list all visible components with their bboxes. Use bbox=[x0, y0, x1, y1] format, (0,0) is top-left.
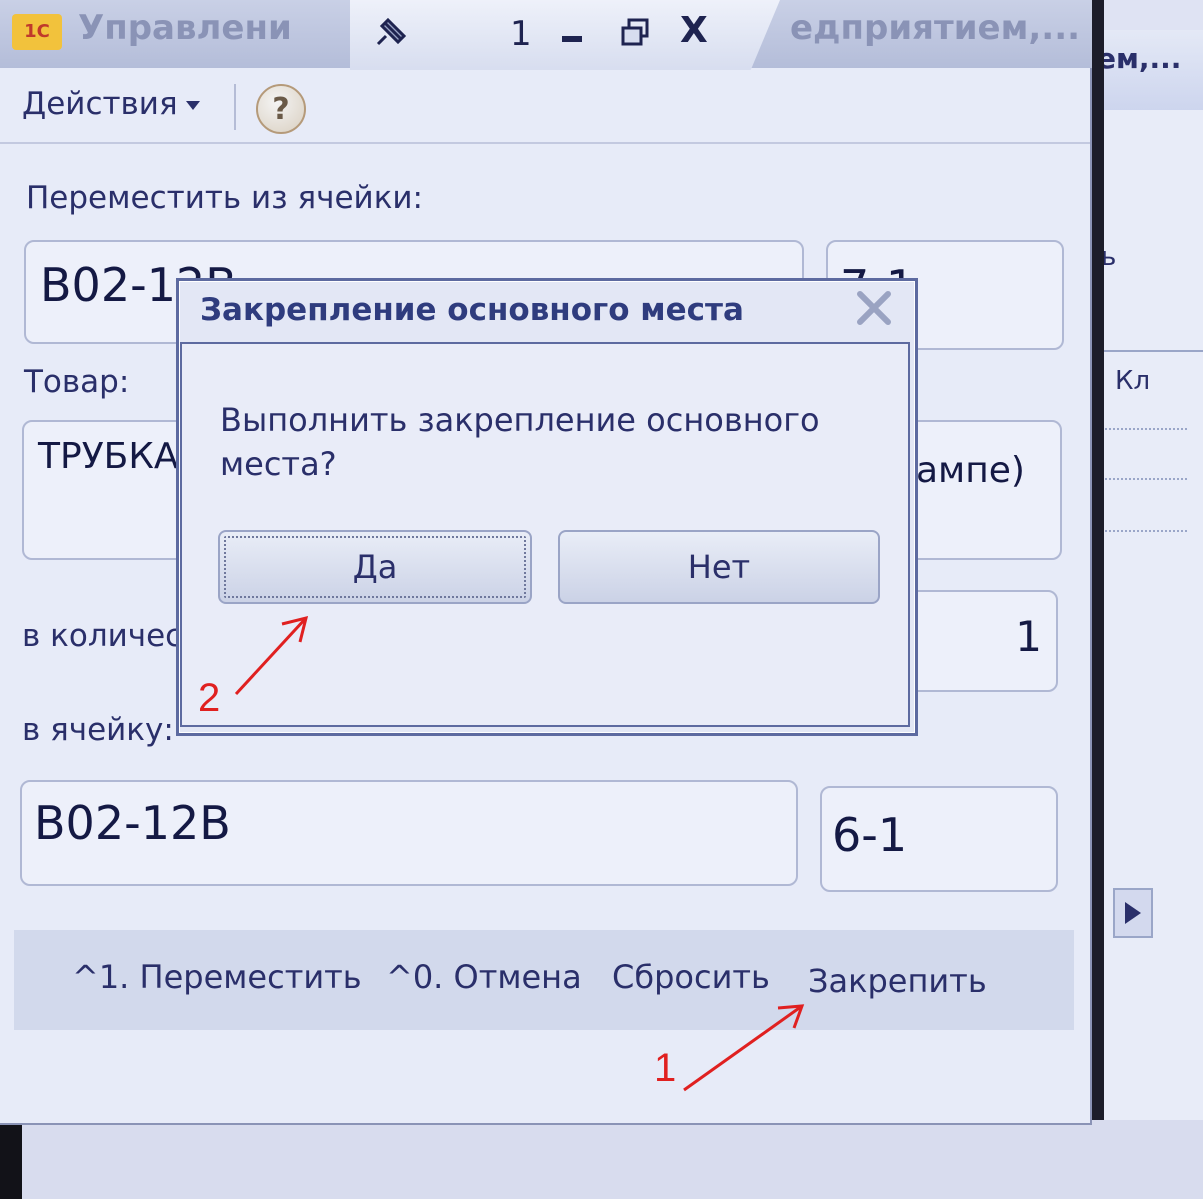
from-cell-label: Переместить из ячейки: bbox=[26, 180, 424, 216]
to-cell-field[interactable]: B02-12B bbox=[20, 780, 798, 886]
screen-edge bbox=[0, 1120, 22, 1199]
window-title: Управлени bbox=[78, 8, 292, 48]
quantity-field[interactable]: 1 bbox=[900, 590, 1058, 692]
background-window-title: ем,... bbox=[1097, 42, 1182, 75]
dialog-message: Выполнить закрепление основного места? bbox=[220, 401, 820, 483]
scroll-right-button[interactable] bbox=[1113, 888, 1153, 938]
cancel-command[interactable]: ^0. Отмена bbox=[386, 958, 582, 996]
to-cell-value: B02-12B bbox=[34, 796, 231, 850]
grid-line bbox=[1097, 428, 1187, 430]
toolbar-divider bbox=[234, 84, 236, 130]
no-button[interactable]: Нет bbox=[558, 530, 880, 604]
chevron-down-icon bbox=[185, 101, 200, 110]
table-divider bbox=[1087, 350, 1203, 352]
desktop-area bbox=[0, 1120, 1203, 1199]
annotation-step-2: 2 bbox=[198, 676, 221, 720]
move-command[interactable]: ^1. Переместить bbox=[72, 958, 362, 996]
restore-icon[interactable] bbox=[620, 18, 650, 48]
close-icon[interactable] bbox=[852, 286, 896, 330]
product-value-tail: ампе) bbox=[916, 450, 1025, 491]
actions-menu[interactable]: Действия bbox=[22, 86, 200, 122]
product-label: Товар: bbox=[24, 364, 130, 400]
background-window-titlebar: ем,... bbox=[1087, 30, 1203, 110]
to-cell-extra-field[interactable]: 6-1 bbox=[820, 786, 1058, 892]
arrow-right-icon bbox=[1125, 902, 1141, 924]
to-cell-label: в ячейку: bbox=[22, 712, 174, 748]
app-logo: 1C bbox=[12, 14, 62, 50]
product-value: ТРУБКА bbox=[38, 436, 179, 477]
column-header: Кл bbox=[1115, 366, 1151, 396]
annotation-step-1: 1 bbox=[654, 1046, 677, 1090]
minimize-icon[interactable] bbox=[562, 36, 582, 42]
grid-line bbox=[1097, 478, 1187, 480]
close-icon[interactable]: X bbox=[680, 10, 708, 51]
window-title-right: едприятием,... bbox=[790, 8, 1081, 48]
grid-line bbox=[1097, 530, 1187, 532]
window-frame bbox=[1090, 0, 1104, 1130]
help-button[interactable]: ? bbox=[256, 84, 306, 134]
reset-command[interactable]: Сбросить bbox=[612, 958, 770, 996]
quantity-value: 1 bbox=[1015, 612, 1042, 661]
yes-button[interactable]: Да bbox=[218, 530, 532, 604]
to-cell-extra-value: 6-1 bbox=[832, 808, 908, 862]
dialog-title: Закрепление основного места bbox=[200, 292, 744, 328]
actions-menu-label: Действия bbox=[22, 86, 178, 122]
pin-icon[interactable] bbox=[372, 14, 410, 52]
window-number: 1 bbox=[510, 14, 532, 54]
pin-command[interactable]: Закрепить bbox=[808, 962, 987, 1000]
